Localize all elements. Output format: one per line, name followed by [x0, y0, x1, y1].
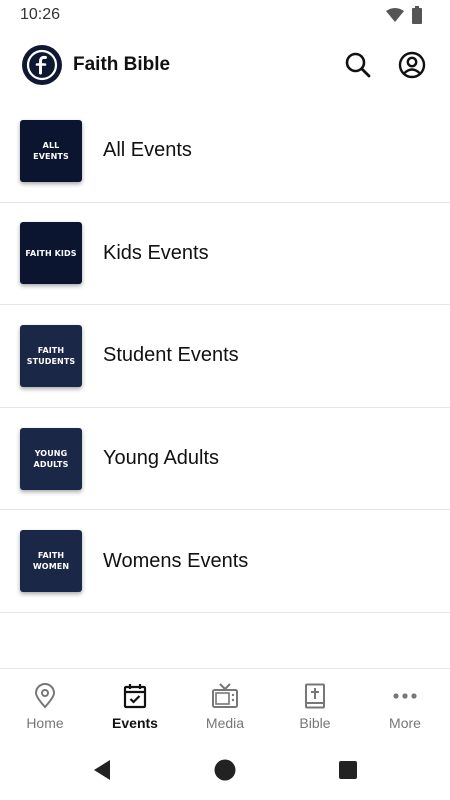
event-thumbnail-text: YOUNG ADULTS	[33, 448, 69, 469]
event-thumbnail-text: FAITH WOMEN	[32, 551, 70, 572]
wifi-icon	[386, 8, 404, 22]
event-category-list: ALL EVENTS All Events FAITH KIDS Kids Ev…	[0, 100, 450, 613]
profile-button[interactable]	[396, 49, 428, 81]
system-nav-bar	[0, 740, 450, 800]
system-recents-button[interactable]	[328, 750, 368, 790]
nav-label: Home	[26, 715, 64, 731]
event-label: Kids Events	[103, 241, 209, 264]
bottom-nav: Home Events Media Bible More	[0, 668, 450, 740]
battery-icon	[412, 6, 422, 24]
nav-label: Media	[205, 715, 245, 731]
faith-logo-icon	[26, 49, 58, 81]
home-circle-icon	[214, 759, 236, 781]
nav-more[interactable]: More	[360, 669, 450, 740]
event-thumbnail-text: FAITH KIDS	[25, 248, 77, 258]
event-thumbnail: FAITH WOMEN	[20, 530, 82, 593]
event-list-item[interactable]: ALL EVENTS All Events	[0, 100, 450, 203]
more-dots-icon	[393, 693, 417, 699]
status-time: 10:26	[20, 6, 61, 23]
recents-square-icon	[339, 761, 358, 779]
nav-label: Events	[112, 715, 158, 731]
event-label: Student Events	[103, 344, 239, 367]
event-label: All Events	[103, 139, 192, 162]
account-icon	[398, 51, 426, 79]
search-icon	[345, 52, 371, 78]
event-thumbnail: ALL EVENTS	[20, 119, 82, 182]
system-home-button[interactable]	[205, 750, 245, 790]
nav-home[interactable]: Home	[0, 669, 90, 740]
event-thumbnail: FAITH STUDENTS	[20, 324, 82, 387]
nav-media[interactable]: Media	[180, 669, 270, 740]
tv-icon	[212, 683, 238, 708]
event-label: Womens Events	[103, 549, 249, 572]
church-logo	[22, 45, 62, 85]
status-bar: 10:26	[0, 0, 450, 30]
system-back-button[interactable]	[82, 750, 122, 790]
location-pin-icon	[34, 683, 56, 709]
event-list-item[interactable]: YOUNG ADULTS Young Adults	[0, 408, 450, 511]
event-thumbnail: FAITH KIDS	[20, 222, 82, 285]
bible-icon	[305, 683, 325, 709]
event-list-item[interactable]: FAITH KIDS Kids Events	[0, 203, 450, 306]
nav-bible[interactable]: Bible	[270, 669, 360, 740]
event-thumbnail-text: FAITH STUDENTS	[26, 345, 76, 366]
search-button[interactable]	[342, 49, 374, 81]
event-thumbnail: YOUNG ADULTS	[20, 427, 82, 490]
app-title: Faith Bible	[73, 54, 171, 75]
calendar-check-icon	[123, 684, 147, 709]
event-thumbnail-text: ALL EVENTS	[33, 140, 69, 161]
status-icons	[386, 6, 422, 24]
app-header: Faith Bible	[0, 36, 450, 94]
event-list-item[interactable]: FAITH WOMEN Womens Events	[0, 510, 450, 613]
nav-label: Bible	[299, 715, 331, 731]
nav-label: More	[389, 715, 421, 731]
event-label: Young Adults	[103, 447, 220, 470]
event-list-item[interactable]: FAITH STUDENTS Student Events	[0, 305, 450, 408]
back-triangle-icon	[93, 760, 110, 780]
nav-events[interactable]: Events	[90, 669, 180, 740]
